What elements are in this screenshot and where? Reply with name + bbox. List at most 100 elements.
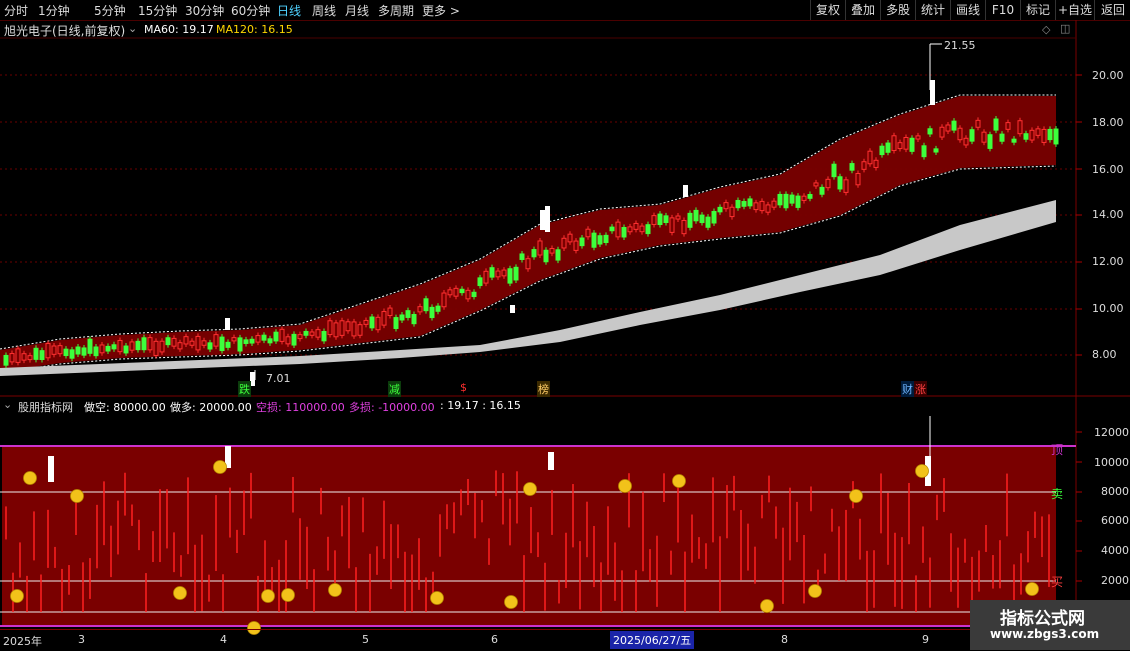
candle-body — [825, 178, 831, 189]
indicator-header: ⌄ 股朋指标网 做空: 80000.00 做多: 20000.00 空损: 11… — [0, 397, 1076, 415]
candle-body — [21, 353, 27, 361]
candle-body — [489, 267, 495, 278]
candle-body — [399, 314, 405, 321]
smiley-icon — [523, 482, 537, 496]
candle-body — [903, 136, 909, 150]
watermark-url: www.zbgs3.com — [990, 627, 1100, 641]
candle-body — [435, 305, 441, 312]
candle-body — [447, 289, 453, 296]
candle-body — [105, 345, 111, 352]
candle-body — [243, 339, 249, 344]
price-band — [0, 96, 1056, 372]
smiley-icon — [261, 589, 275, 603]
y-tick: 16.00 — [1092, 163, 1124, 176]
candle-body — [453, 287, 459, 297]
candle-body — [297, 334, 303, 340]
candle-body — [387, 307, 393, 316]
candle-body — [9, 353, 15, 363]
event-marker-jian[interactable]: 减 — [388, 381, 401, 397]
watermark-title: 指标公式网 — [1000, 609, 1085, 629]
candle-body — [441, 292, 447, 308]
candle-body — [879, 145, 885, 156]
candle-body — [933, 148, 939, 153]
candle-body — [27, 355, 33, 361]
candle-body — [483, 270, 489, 284]
candle-body — [663, 215, 669, 224]
candle-body — [501, 269, 507, 277]
chevron-down-icon[interactable]: ⌄ — [3, 398, 12, 411]
candle-body — [135, 340, 141, 351]
candle-body — [669, 217, 675, 233]
candle-body — [279, 328, 285, 342]
candle-body — [753, 202, 759, 211]
candle-body — [891, 135, 897, 152]
candle-body — [795, 195, 801, 208]
candle-body — [333, 322, 339, 338]
candle-body — [621, 227, 627, 238]
smiley-icon — [23, 471, 37, 485]
candle-body — [99, 344, 105, 354]
candle-breakout — [225, 318, 230, 330]
candle-body — [285, 336, 291, 345]
candle-body — [1023, 133, 1029, 140]
candle-body — [111, 344, 117, 350]
sell-signal-label: 卖 — [1051, 487, 1064, 501]
candle-breakout — [540, 210, 545, 230]
candle-body — [219, 336, 225, 352]
candle-body — [873, 159, 879, 168]
candle-body — [1005, 122, 1011, 130]
x-tick: 6 — [491, 633, 498, 646]
ma120-label: MA120: 16.15 — [216, 23, 293, 36]
ind-y-tick: 2000 — [1101, 574, 1129, 587]
event-marker-cai[interactable]: 财 — [901, 381, 914, 397]
candle-body — [549, 248, 555, 254]
candle-body — [555, 249, 561, 261]
chevron-down-icon[interactable]: ⌄ — [128, 22, 137, 35]
candle-body — [1053, 128, 1059, 145]
candle-body — [633, 222, 639, 230]
x-tick: 4 — [220, 633, 227, 646]
smiley-icon — [10, 589, 24, 603]
cursor-date-label: 2025/06/27/五 — [610, 631, 695, 649]
candle-body — [261, 334, 267, 341]
event-marker-die[interactable]: 跌 — [238, 381, 251, 397]
candle-body — [249, 338, 255, 344]
candle-body — [3, 354, 9, 366]
candle-body — [999, 133, 1005, 142]
candle-body — [609, 226, 615, 232]
candle-body — [1029, 129, 1035, 141]
candle-body — [315, 329, 321, 338]
buy-signal-label: 买 — [1051, 575, 1064, 589]
candle-body — [615, 221, 621, 238]
candle-body — [351, 321, 357, 337]
candle-body — [519, 253, 525, 260]
smiley-icon — [70, 489, 84, 503]
candle-body — [363, 319, 369, 325]
candle-body — [159, 340, 165, 353]
high-price-label: 21.55 — [944, 39, 976, 52]
candle-body — [291, 333, 297, 346]
candle-body — [579, 237, 585, 247]
smiley-icon — [915, 464, 929, 478]
candle-body — [15, 348, 21, 363]
event-marker-bang[interactable]: 榜 — [537, 381, 550, 397]
diamond-icon[interactable]: ◇ — [1042, 23, 1050, 36]
candle-body — [567, 233, 573, 243]
zuokong-value: 做空: 80000.00 — [84, 401, 166, 414]
smiley-icon — [328, 583, 342, 597]
event-marker-dollar[interactable]: $ — [459, 381, 468, 394]
candle-body — [801, 195, 807, 201]
candle-body — [957, 127, 963, 141]
candle-body — [921, 145, 927, 158]
smiley-icon — [430, 591, 444, 605]
window-toggle-icon[interactable]: ◫ — [1060, 22, 1070, 35]
candle-breakout — [683, 185, 688, 197]
candle-body — [717, 206, 723, 213]
candle-body — [885, 142, 891, 153]
candle-body — [543, 249, 549, 263]
candle-body — [897, 142, 903, 150]
candle-body — [807, 194, 813, 199]
candle-body — [213, 334, 219, 347]
event-marker-zhang[interactable]: 涨 — [914, 381, 927, 397]
candle-body — [63, 348, 69, 357]
